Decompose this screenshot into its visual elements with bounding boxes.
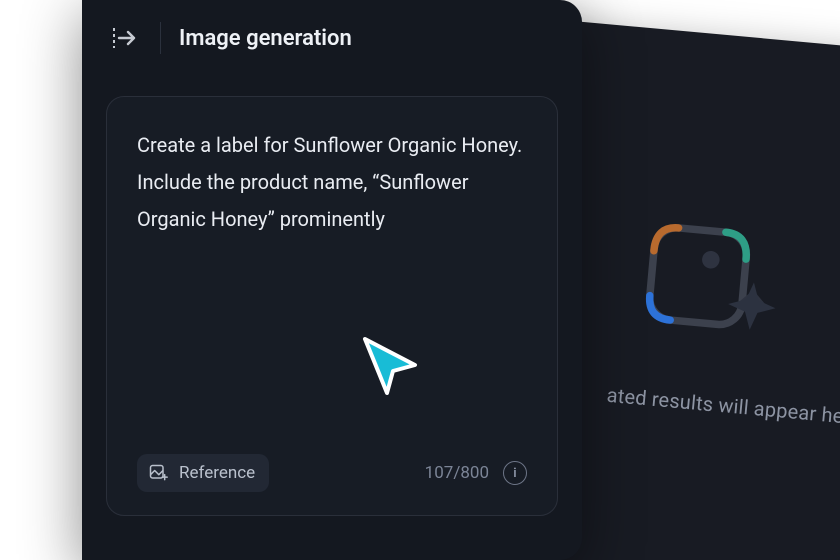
- prompt-textarea[interactable]: Create a label for Sunflower Organic Hon…: [137, 127, 527, 238]
- reference-button[interactable]: Reference: [137, 454, 269, 492]
- prompt-card: Create a label for Sunflower Organic Hon…: [106, 96, 558, 516]
- panel-title: Image generation: [179, 26, 352, 51]
- preview-placeholder-icon: [624, 207, 787, 370]
- info-icon[interactable]: i: [503, 461, 527, 485]
- prompt-footer: Reference 107/800 i: [137, 449, 527, 497]
- generation-panel: Image generation Create a label for Sunf…: [82, 0, 582, 560]
- expand-right-icon[interactable]: [106, 20, 142, 56]
- image-add-icon: [147, 462, 169, 484]
- char-counter: 107/800: [425, 463, 489, 483]
- reference-label: Reference: [179, 463, 255, 483]
- panel-header: Image generation: [82, 0, 582, 76]
- header-divider: [160, 22, 161, 54]
- preview-empty-text: ated results will appear he: [606, 383, 840, 428]
